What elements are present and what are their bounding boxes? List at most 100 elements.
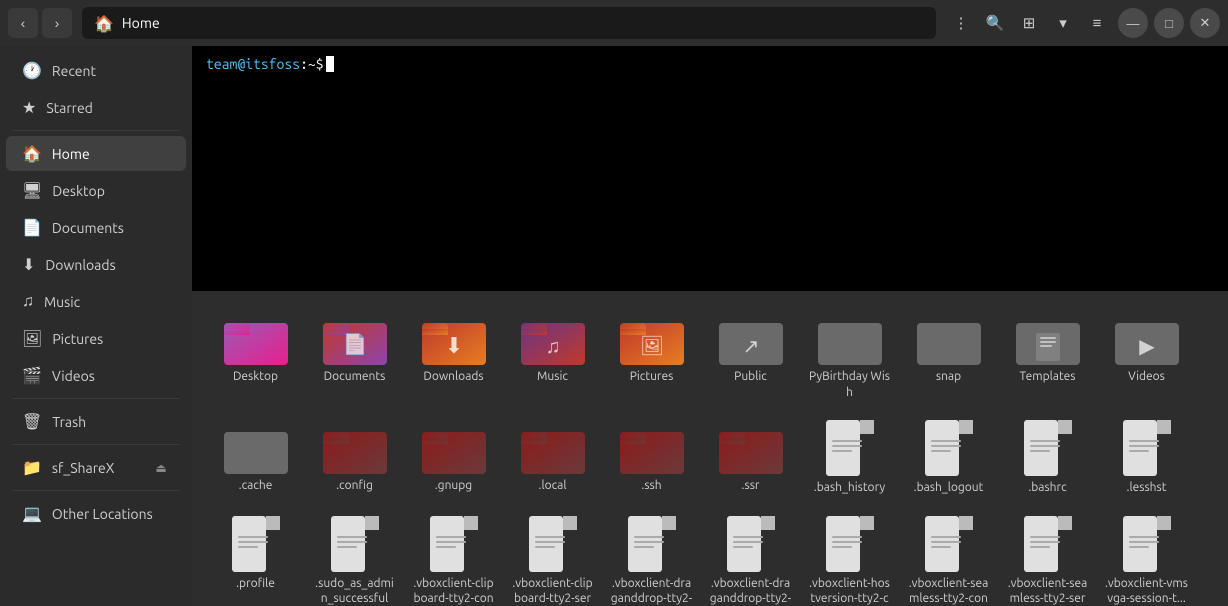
file-item-videos[interactable]: ▶ Videos bbox=[1099, 303, 1194, 408]
sidebar-item-desktop[interactable]: 🖥 Desktop bbox=[6, 173, 186, 208]
sidebar-item-other[interactable]: 💻 Other Locations bbox=[6, 496, 186, 531]
sidebar-label-trash: Trash bbox=[52, 414, 86, 430]
sidebar-label-sfsharex: sf_ShareX bbox=[52, 460, 114, 476]
file-row-3: .profile .sudo_as_admin_successful bbox=[208, 508, 1212, 606]
file-item-vbox7[interactable]: .vboxclient-seamless-tty2-seri... bbox=[1000, 508, 1095, 606]
sidebar-item-music[interactable]: ♫ Music bbox=[6, 284, 186, 319]
terminal-pane[interactable]: team@itsfoss :~ $ bbox=[192, 46, 1228, 291]
home-nav-icon: 🏠 bbox=[22, 144, 42, 163]
close-button[interactable]: ✕ bbox=[1190, 8, 1220, 38]
file-label-ssh: .ssh bbox=[641, 478, 661, 494]
folder-icon-videos: ▶ bbox=[1115, 311, 1179, 365]
file-item-documents[interactable]: 📄 Documents bbox=[307, 303, 402, 408]
folder-icon-templates bbox=[1016, 311, 1080, 365]
home-icon: 🏠 bbox=[94, 14, 114, 33]
sidebar-item-sfsharex[interactable]: 📁 sf_ShareX ⏏ bbox=[6, 450, 186, 485]
file-label-videos: Videos bbox=[1128, 369, 1165, 385]
file-label-downloads: Downloads bbox=[423, 369, 483, 385]
file-label-vbox5: .vboxclient-hostversion-tty2-con... bbox=[808, 576, 891, 606]
terminal-user: team@itsfoss bbox=[206, 56, 300, 72]
file-item-sudo[interactable]: .sudo_as_admin_successful bbox=[307, 508, 402, 606]
file-item-vbox1[interactable]: .vboxclient-clipboard-tty2-cont... bbox=[406, 508, 501, 606]
maximize-button[interactable]: □ bbox=[1154, 8, 1184, 38]
file-item-profile[interactable]: .profile bbox=[208, 508, 303, 606]
sidebar-item-home[interactable]: 🏠 Home bbox=[6, 136, 186, 171]
folder-icon-public: ↗ bbox=[719, 311, 783, 365]
file-label-pybirthday: PyBirthday Wish bbox=[808, 369, 891, 400]
file-label-vbox3: .vboxclient-draganddrop-tty2-c... bbox=[610, 576, 693, 606]
view-grid-button[interactable]: ⊞ bbox=[1014, 8, 1044, 38]
file-item-local[interactable]: .local bbox=[505, 412, 600, 504]
file-item-gnupg[interactable]: .gnupg bbox=[406, 412, 501, 504]
file-icon-vbox4 bbox=[727, 516, 775, 572]
file-item-lesshst[interactable]: .lesshst bbox=[1099, 412, 1194, 504]
file-item-templates[interactable]: Templates bbox=[1000, 303, 1095, 408]
file-item-cache[interactable]: .cache bbox=[208, 412, 303, 504]
folder-icon-ssr bbox=[719, 420, 783, 474]
terminal-dollar: $ bbox=[316, 56, 324, 72]
file-icon-vbox5 bbox=[826, 516, 874, 572]
file-grid: Desktop 📄 bbox=[192, 291, 1228, 606]
file-item-bash-history[interactable]: .bash_history bbox=[802, 412, 897, 504]
eject-icon[interactable]: ⏏ bbox=[152, 459, 170, 477]
svg-text:📄: 📄 bbox=[342, 332, 367, 356]
file-label-vbox8: .vboxclient-vmsvga-session-t... bbox=[1105, 576, 1188, 606]
sidebar-item-videos[interactable]: 🎬 Videos bbox=[6, 358, 186, 393]
file-item-vbox6[interactable]: .vboxclient-seamless-tty2-cont... bbox=[901, 508, 996, 606]
file-item-downloads[interactable]: ⬇ Downloads bbox=[406, 303, 501, 408]
minimize-button[interactable]: — bbox=[1118, 8, 1148, 38]
folder-icon-desktop bbox=[224, 311, 288, 365]
sidebar-divider-4 bbox=[12, 490, 180, 491]
file-item-config[interactable]: .config bbox=[307, 412, 402, 504]
back-button[interactable]: ‹ bbox=[8, 8, 38, 38]
sidebar-item-recent[interactable]: 🕐 Recent bbox=[6, 53, 186, 88]
file-item-pybirthday[interactable]: PyBirthday Wish bbox=[802, 303, 897, 408]
file-item-vbox2[interactable]: .vboxclient-clipboard-tty2-servi... bbox=[505, 508, 600, 606]
sidebar-item-trash[interactable]: 🗑 Trash bbox=[6, 404, 186, 439]
file-icon-vbox1 bbox=[430, 516, 478, 572]
file-item-bash-logout[interactable]: .bash_logout bbox=[901, 412, 996, 504]
file-item-snap[interactable]: snap bbox=[901, 303, 996, 408]
terminal-prompt-line: team@itsfoss :~ $ bbox=[206, 56, 1214, 72]
file-item-vbox5[interactable]: .vboxclient-hostversion-tty2-con... bbox=[802, 508, 897, 606]
file-item-vbox3[interactable]: .vboxclient-draganddrop-tty2-c... bbox=[604, 508, 699, 606]
folder-icon-music: ♫ bbox=[521, 311, 585, 365]
sidebar-item-starred[interactable]: ★ Starred bbox=[6, 90, 186, 125]
folder-icon-downloads: ⬇ bbox=[422, 311, 486, 365]
svg-text:🖼: 🖼 bbox=[639, 334, 663, 356]
file-item-bashrc[interactable]: .bashrc bbox=[1000, 412, 1095, 504]
file-item-ssh[interactable]: .ssh bbox=[604, 412, 699, 504]
svg-text:↗: ↗ bbox=[742, 334, 759, 357]
folder-icon-config bbox=[323, 420, 387, 474]
music-icon: ♫ bbox=[22, 292, 34, 311]
file-item-public[interactable]: ↗ Public bbox=[703, 303, 798, 408]
file-label-vbox1: .vboxclient-clipboard-tty2-cont... bbox=[412, 576, 495, 606]
file-icon-bashrc bbox=[1024, 420, 1072, 476]
file-icon-sudo bbox=[331, 516, 379, 572]
forward-button[interactable]: › bbox=[42, 8, 72, 38]
trash-icon: 🗑 bbox=[22, 412, 42, 431]
file-item-desktop[interactable]: Desktop bbox=[208, 303, 303, 408]
search-button[interactable]: 🔍 bbox=[980, 8, 1010, 38]
file-item-ssr[interactable]: .ssr bbox=[703, 412, 798, 504]
terminal-sep: :~ bbox=[300, 56, 316, 72]
folder-icon-pybirthday bbox=[818, 311, 882, 365]
svg-text:♫: ♫ bbox=[545, 334, 560, 357]
sidebar: 🕐 Recent ★ Starred 🏠 Home 🖥 Desktop 📄 Do… bbox=[0, 46, 192, 606]
sidebar-label-pictures: Pictures bbox=[52, 331, 103, 347]
file-item-pictures[interactable]: 🖼 Pictures bbox=[604, 303, 699, 408]
menu-button[interactable]: ⋮ bbox=[946, 8, 976, 38]
sidebar-divider-2 bbox=[12, 398, 180, 399]
file-label-lesshst: .lesshst bbox=[1127, 480, 1167, 496]
sidebar-item-downloads[interactable]: ⬇ Downloads bbox=[6, 247, 186, 282]
sidebar-item-documents[interactable]: 📄 Documents bbox=[6, 210, 186, 245]
view-dropdown-button[interactable]: ▾ bbox=[1048, 8, 1078, 38]
file-item-vbox8[interactable]: .vboxclient-vmsvga-session-t... bbox=[1099, 508, 1194, 606]
videos-icon: 🎬 bbox=[22, 366, 42, 385]
file-item-vbox4[interactable]: .vboxclient-draganddrop-tty2-s... bbox=[703, 508, 798, 606]
sidebar-item-pictures[interactable]: 🖼 Pictures bbox=[6, 321, 186, 356]
location-text: Home bbox=[122, 15, 160, 31]
sidebar-label-documents: Documents bbox=[52, 220, 124, 236]
file-item-music[interactable]: ♫ Music bbox=[505, 303, 600, 408]
view-list-button[interactable]: ≡ bbox=[1082, 8, 1112, 38]
